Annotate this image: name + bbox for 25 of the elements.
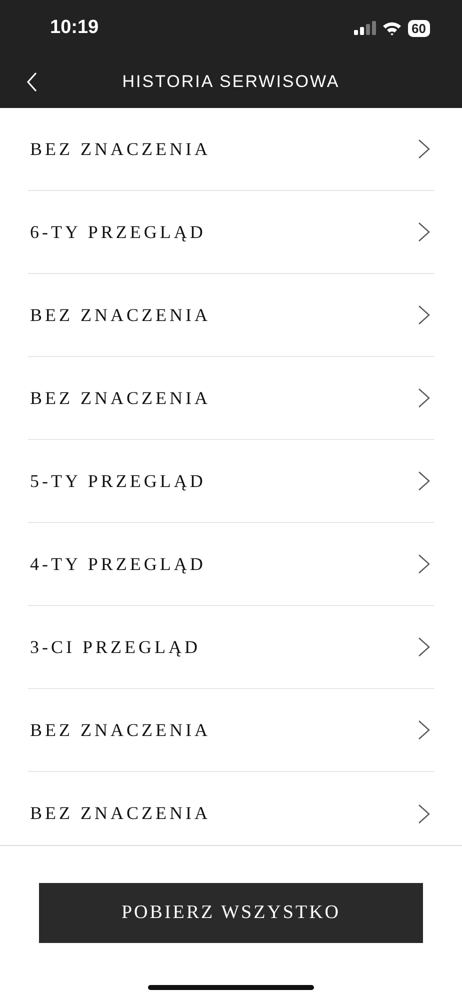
- service-entry[interactable]: BEZ ZNACZENIA: [30, 138, 210, 160]
- status-time: 10:19: [50, 17, 99, 39]
- service-entry[interactable]: BEZ ZNACZENIA: [30, 304, 210, 326]
- service-entry[interactable]: 6-TY PRZEGLĄD: [30, 222, 206, 242]
- chevron-icon: [418, 139, 430, 159]
- battery-indicator: 60: [408, 20, 430, 36]
- chevron-icon: [418, 388, 430, 408]
- chevron-icon: [418, 222, 430, 242]
- screen-title: HISTORIA SERWISOWA: [122, 72, 340, 92]
- signal-icon: [354, 21, 376, 35]
- chevron-icon: [418, 305, 430, 325]
- chevron-icon: [418, 804, 430, 824]
- service-entry[interactable]: 4-TY PRZEGLĄD: [30, 554, 206, 574]
- chevron-icon: [418, 637, 430, 657]
- chevron-icon: [418, 554, 430, 574]
- service-entry[interactable]: BEZ ZNACZENIA: [30, 803, 210, 824]
- back-icon[interactable]: [26, 72, 38, 92]
- service-entry[interactable]: BEZ ZNACZENIA: [30, 720, 210, 740]
- download-all-button[interactable]: POBIERZ WSZYSTKO: [39, 883, 423, 943]
- chevron-icon: [418, 720, 430, 740]
- service-entry[interactable]: 3-CI PRZEGLĄD: [30, 636, 200, 658]
- service-entry[interactable]: BEZ ZNACZENIA: [30, 388, 210, 408]
- chevron-icon: [418, 471, 430, 491]
- service-entry[interactable]: 5-TY PRZEGLĄD: [30, 470, 206, 492]
- wifi-icon: [382, 20, 402, 36]
